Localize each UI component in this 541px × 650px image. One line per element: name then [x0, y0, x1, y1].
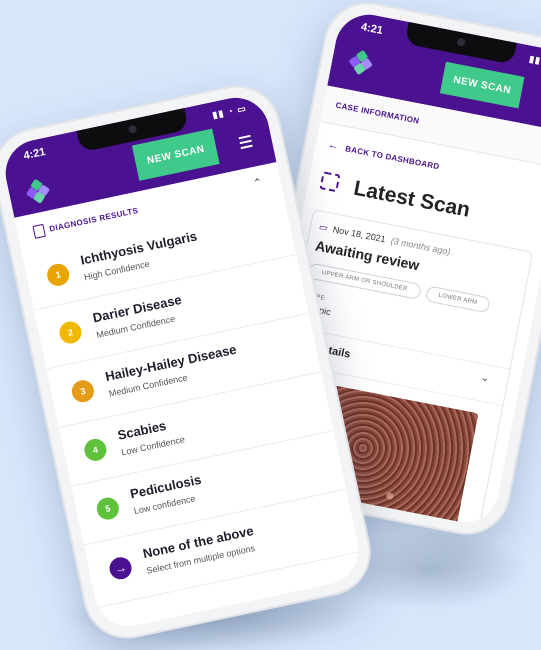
- rank-badge: 1: [45, 261, 72, 288]
- camera-icon: [127, 124, 138, 134]
- rank-badge: 2: [57, 319, 84, 346]
- diagnosis-results-label: DIAGNOSIS RESULTS: [48, 205, 140, 234]
- back-to-dashboard-label: BACK TO DASHBOARD: [344, 144, 441, 172]
- arrow-left-icon: ←: [326, 138, 341, 153]
- menu-icon[interactable]: [238, 134, 253, 150]
- calendar-icon: ▭: [318, 221, 329, 234]
- location-chip-lower-arm[interactable]: LOWER ARM: [424, 285, 491, 314]
- rank-badge: 5: [94, 495, 121, 522]
- scan-icon: [319, 171, 341, 193]
- arrow-right-icon: →: [107, 555, 134, 582]
- app-logo-icon[interactable]: [348, 49, 374, 76]
- camera-icon: [456, 37, 466, 47]
- status-time: 4:21: [22, 145, 47, 163]
- chevron-up-icon[interactable]: ⌃: [252, 176, 264, 190]
- battery-icon: ▮▮ ◔ ▭: [528, 53, 541, 70]
- rank-badge: 3: [69, 378, 96, 405]
- back-to-dashboard-link[interactable]: ← BACK TO DASHBOARD: [327, 139, 441, 172]
- app-logo-icon[interactable]: [25, 178, 51, 204]
- chevron-down-icon: ⌄: [479, 372, 491, 385]
- rank-badge: 4: [82, 436, 109, 463]
- list-icon: [32, 223, 46, 239]
- latest-scan-title: Latest Scan: [351, 176, 472, 222]
- case-information-label: CASE INFORMATION: [334, 100, 421, 126]
- status-time: 4:21: [359, 20, 384, 37]
- battery-icon: ▮▮ ◔ ▭: [211, 103, 248, 121]
